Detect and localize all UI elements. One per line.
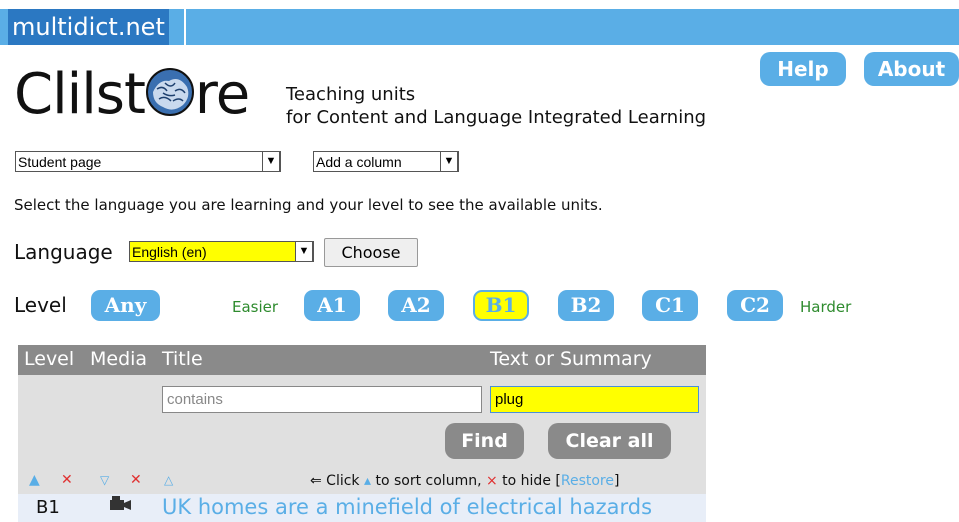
level-any-button[interactable]: Any xyxy=(91,290,160,321)
restore-link[interactable]: Restore xyxy=(561,473,614,489)
text-filter-input[interactable]: plug xyxy=(490,386,699,413)
level-a2-button[interactable]: A2 xyxy=(388,290,444,321)
language-select[interactable]: English (en) ▼ xyxy=(129,241,314,262)
help-button[interactable]: Help xyxy=(760,52,846,86)
hint-end: ] xyxy=(613,473,620,489)
chevron-down-icon: ▼ xyxy=(295,241,313,262)
header-title: Title xyxy=(162,348,203,370)
table-header: Level Media Title Text or Summary xyxy=(18,345,706,375)
sort-arrow-icon: ▴ xyxy=(364,473,372,489)
level-b2-button[interactable]: B2 xyxy=(558,290,614,321)
header-text-summary: Text or Summary xyxy=(490,348,652,370)
chevron-down-icon: ▼ xyxy=(440,151,458,172)
site-brand[interactable]: multidict.net xyxy=(8,9,169,45)
hint-prefix: ⇐ Click xyxy=(310,473,364,489)
brain-logo-icon xyxy=(145,64,195,116)
clilstore-logo[interactable]: Clilst re xyxy=(14,60,250,130)
chevron-down-icon: ▼ xyxy=(262,151,280,172)
logo-suffix: re xyxy=(194,62,250,127)
hide-column-icon[interactable]: ✕ xyxy=(130,472,142,488)
sort-up-icon[interactable]: ▲ xyxy=(29,472,40,488)
sort-up-icon[interactable]: △ xyxy=(164,473,173,487)
row-title-link[interactable]: UK homes are a minefield of electrical h… xyxy=(162,495,652,519)
hide-column-icon[interactable]: ✕ xyxy=(61,472,73,488)
clear-all-button[interactable]: Clear all xyxy=(548,423,671,459)
language-label: Language xyxy=(14,240,113,264)
level-c2-button[interactable]: C2 xyxy=(727,290,783,321)
sort-down-icon[interactable]: ▽ xyxy=(100,473,109,487)
header-media: Media xyxy=(90,348,148,370)
add-column-value: Add a column xyxy=(316,154,402,170)
hint-suffix: to hide [ xyxy=(497,473,561,489)
logo-prefix: Clilst xyxy=(14,62,146,127)
video-icon xyxy=(110,496,132,517)
easier-label: Easier xyxy=(232,298,279,316)
page-select[interactable]: Student page ▼ xyxy=(15,151,281,172)
choose-button[interactable]: Choose xyxy=(324,238,418,267)
tagline-line2: for Content and Language Integrated Lear… xyxy=(286,107,707,128)
level-a1-button[interactable]: A1 xyxy=(304,290,360,321)
header-level: Level xyxy=(24,348,75,370)
find-button[interactable]: Find xyxy=(445,423,524,459)
language-select-value: English (en) xyxy=(132,244,207,260)
harder-label: Harder xyxy=(800,298,852,316)
add-column-select[interactable]: Add a column ▼ xyxy=(313,151,459,172)
hide-x-icon: × xyxy=(485,473,498,489)
page-select-value: Student page xyxy=(18,154,102,170)
about-button[interactable]: About xyxy=(864,52,959,86)
sort-hint: ⇐ Click ▴ to sort column, × to hide [Res… xyxy=(310,473,619,489)
level-label: Level xyxy=(14,293,67,317)
hint-middle: to sort column, xyxy=(371,473,486,489)
row-level: B1 xyxy=(36,497,60,518)
level-c1-button[interactable]: C1 xyxy=(642,290,698,321)
title-filter-input[interactable]: contains xyxy=(162,386,482,413)
tagline-line1: Teaching units xyxy=(286,84,416,105)
brand-separator xyxy=(184,9,186,45)
level-b1-button[interactable]: B1 xyxy=(473,290,529,321)
instructions-text: Select the language you are learning and… xyxy=(14,196,603,214)
